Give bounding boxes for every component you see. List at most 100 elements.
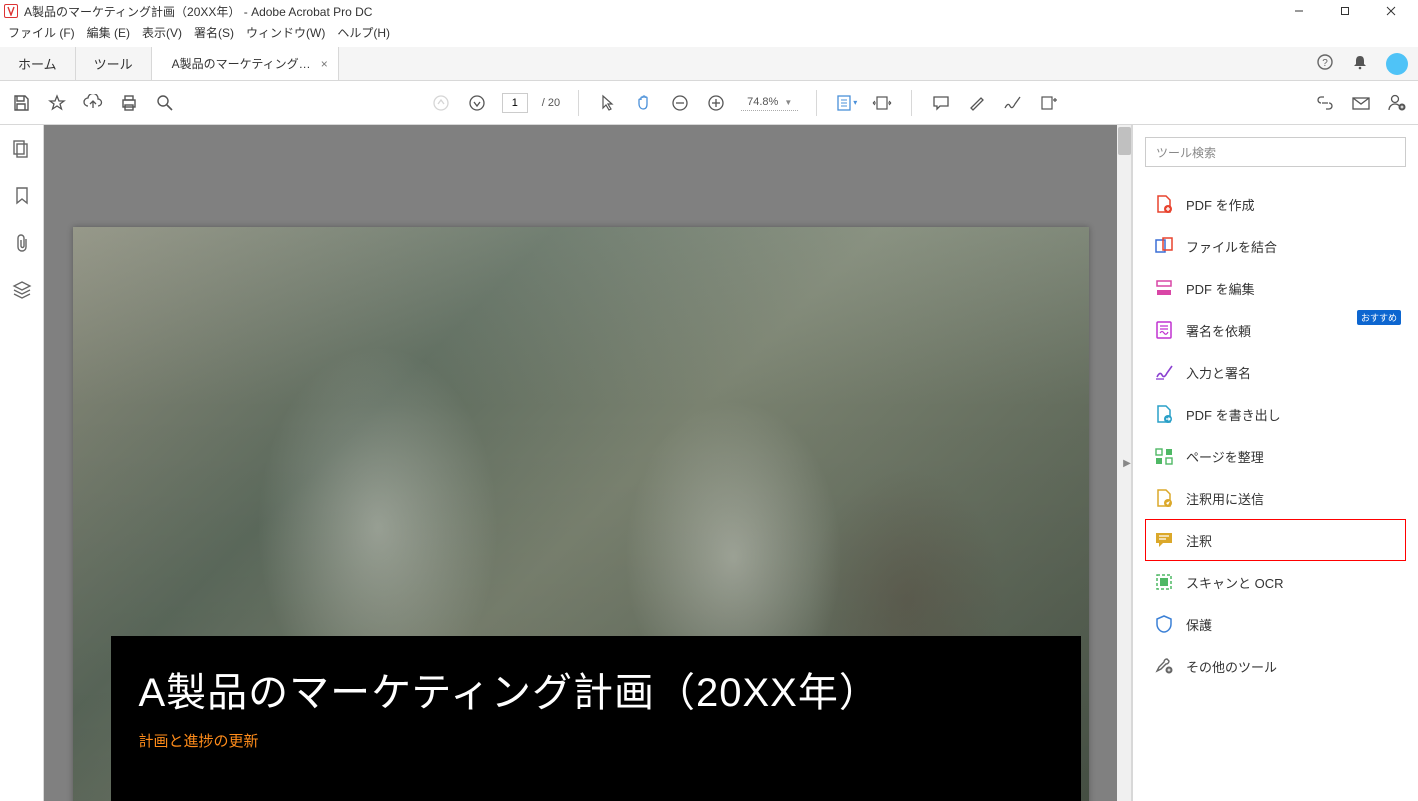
request-signature-icon bbox=[1154, 320, 1174, 340]
tab-close-icon[interactable]: × bbox=[321, 57, 328, 71]
more-tools-icon bbox=[1154, 656, 1174, 676]
right-tools-panel: ツール検索 PDF を作成 ファイルを結合 PDF を編集 署名を依頼 おすすめ bbox=[1132, 125, 1418, 801]
tool-label: ページを整理 bbox=[1186, 447, 1264, 466]
tool-scan-ocr[interactable]: スキャンと OCR bbox=[1145, 561, 1406, 603]
thumbnails-icon[interactable] bbox=[12, 139, 32, 162]
tool-label: PDF を作成 bbox=[1186, 195, 1255, 214]
document-title-box: A製品のマーケティング計画（20XX年） 計画と進捗の更新 bbox=[111, 636, 1081, 801]
protect-icon bbox=[1154, 614, 1174, 634]
tool-search-input[interactable]: ツール検索 bbox=[1145, 137, 1406, 167]
minimize-button[interactable] bbox=[1276, 1, 1322, 21]
menu-file[interactable]: ファイル (F) bbox=[8, 24, 75, 41]
tool-label: 入力と署名 bbox=[1186, 363, 1251, 382]
tool-edit-pdf[interactable]: PDF を編集 bbox=[1145, 267, 1406, 309]
zoom-value: 74.8% bbox=[747, 96, 778, 108]
tool-label: 注釈用に送信 bbox=[1186, 489, 1264, 508]
document-subtitle: 計画と進捗の更新 bbox=[139, 730, 1053, 751]
save-icon[interactable] bbox=[10, 92, 32, 114]
edit-pdf-icon bbox=[1154, 278, 1174, 298]
export-pdf-icon bbox=[1154, 404, 1174, 424]
menu-window[interactable]: ウィンドウ(W) bbox=[246, 24, 325, 41]
document-title: A製品のマーケティング計画（20XX年） bbox=[139, 660, 1053, 718]
page-down-icon[interactable] bbox=[466, 92, 488, 114]
acrobat-app-icon bbox=[4, 4, 18, 18]
chevron-down-icon: ▼ bbox=[784, 98, 792, 107]
combine-files-icon bbox=[1154, 236, 1174, 256]
star-icon[interactable] bbox=[46, 92, 68, 114]
zoom-in-icon[interactable] bbox=[705, 92, 727, 114]
pointer-icon[interactable] bbox=[597, 92, 619, 114]
comment-icon[interactable] bbox=[930, 92, 952, 114]
tool-list: PDF を作成 ファイルを結合 PDF を編集 署名を依頼 おすすめ 入力と署名 bbox=[1145, 183, 1406, 687]
tab-document[interactable]: A製品のマーケティング… × bbox=[152, 47, 339, 80]
attachment-icon[interactable] bbox=[14, 233, 30, 256]
window-title: A製品のマーケティング計画（20XX年） - Adobe Acrobat Pro… bbox=[24, 3, 1276, 20]
tool-export-pdf[interactable]: PDF を書き出し bbox=[1145, 393, 1406, 435]
layers-icon[interactable] bbox=[12, 280, 32, 303]
document-page: A製品のマーケティング計画（20XX年） 計画と進捗の更新 bbox=[73, 227, 1089, 801]
tool-comment[interactable]: 注釈 bbox=[1145, 519, 1406, 561]
tool-search-placeholder: ツール検索 bbox=[1156, 144, 1216, 161]
bell-icon[interactable] bbox=[1352, 54, 1368, 73]
bookmark-icon[interactable] bbox=[14, 186, 30, 209]
menu-help[interactable]: ヘルプ(H) bbox=[337, 24, 390, 41]
print-icon[interactable] bbox=[118, 92, 140, 114]
tool-request-signature[interactable]: 署名を依頼 おすすめ bbox=[1145, 309, 1406, 351]
close-button[interactable] bbox=[1368, 1, 1414, 21]
fit-width-icon[interactable] bbox=[871, 92, 893, 114]
tab-home[interactable]: ホーム bbox=[0, 47, 76, 80]
mail-icon[interactable] bbox=[1350, 92, 1372, 114]
document-viewer[interactable]: A製品のマーケティング計画（20XX年） 計画と進捗の更新 bbox=[44, 125, 1117, 801]
tool-label: 保護 bbox=[1186, 615, 1212, 634]
create-pdf-icon bbox=[1154, 194, 1174, 214]
add-user-icon[interactable] bbox=[1386, 92, 1408, 114]
tool-label: ファイルを結合 bbox=[1186, 237, 1277, 256]
tool-create-pdf[interactable]: PDF を作成 bbox=[1145, 183, 1406, 225]
page-input[interactable] bbox=[502, 93, 528, 113]
scrollbar-thumb[interactable] bbox=[1118, 127, 1131, 155]
page-up-icon[interactable] bbox=[430, 92, 452, 114]
left-rail bbox=[0, 125, 44, 801]
search-icon[interactable] bbox=[154, 92, 176, 114]
stamp-icon[interactable] bbox=[1038, 92, 1060, 114]
tool-combine-files[interactable]: ファイルを結合 bbox=[1145, 225, 1406, 267]
tool-organize-pages[interactable]: ページを整理 bbox=[1145, 435, 1406, 477]
signature-icon[interactable] bbox=[1002, 92, 1024, 114]
menubar: ファイル (F) 編集 (E) 表示(V) 署名(S) ウィンドウ(W) ヘルプ… bbox=[0, 22, 1418, 47]
tool-label: 署名を依頼 bbox=[1186, 321, 1251, 340]
help-icon[interactable]: ? bbox=[1316, 53, 1334, 74]
tabs-row: ホーム ツール A製品のマーケティング… × ? bbox=[0, 47, 1418, 81]
send-for-comment-icon bbox=[1154, 488, 1174, 508]
tabs-right-icons: ? bbox=[1316, 47, 1408, 80]
link-icon[interactable] bbox=[1314, 92, 1336, 114]
tool-label: スキャンと OCR bbox=[1186, 573, 1284, 592]
right-pane-toggle[interactable]: ▶ bbox=[1121, 443, 1133, 483]
page-total: / 20 bbox=[542, 97, 560, 109]
zoom-dropdown[interactable]: 74.8% ▼ bbox=[741, 94, 798, 111]
maximize-button[interactable] bbox=[1322, 1, 1368, 21]
viewer-wrap: ◀ A製品のマーケティング計画（20XX年） 計画と進捗の更新 ▶ bbox=[44, 125, 1132, 801]
toolbar: / 20 74.8% ▼ ▾ bbox=[0, 81, 1418, 125]
user-avatar[interactable] bbox=[1386, 53, 1408, 75]
organize-pages-icon bbox=[1154, 446, 1174, 466]
menu-view[interactable]: 表示(V) bbox=[142, 24, 182, 41]
tab-tools[interactable]: ツール bbox=[76, 47, 152, 80]
fit-page-icon[interactable]: ▾ bbox=[835, 92, 857, 114]
hand-icon[interactable] bbox=[633, 92, 655, 114]
fill-sign-icon bbox=[1154, 362, 1174, 382]
menu-edit[interactable]: 編集 (E) bbox=[87, 24, 130, 41]
tool-label: 注釈 bbox=[1186, 531, 1212, 550]
tool-more-tools[interactable]: その他のツール bbox=[1145, 645, 1406, 687]
menu-sign[interactable]: 署名(S) bbox=[194, 24, 234, 41]
main-area: ◀ A製品のマーケティング計画（20XX年） 計画と進捗の更新 ▶ ツール検索 … bbox=[0, 125, 1418, 801]
zoom-out-icon[interactable] bbox=[669, 92, 691, 114]
tool-send-for-comment[interactable]: 注釈用に送信 bbox=[1145, 477, 1406, 519]
cloud-upload-icon[interactable] bbox=[82, 92, 104, 114]
tool-protect[interactable]: 保護 bbox=[1145, 603, 1406, 645]
tool-label: PDF を編集 bbox=[1186, 279, 1255, 298]
highlighter-icon[interactable] bbox=[966, 92, 988, 114]
tool-fill-sign[interactable]: 入力と署名 bbox=[1145, 351, 1406, 393]
tool-label: その他のツール bbox=[1186, 657, 1277, 676]
tab-document-label: A製品のマーケティング… bbox=[172, 55, 311, 72]
tool-label: PDF を書き出し bbox=[1186, 405, 1281, 424]
